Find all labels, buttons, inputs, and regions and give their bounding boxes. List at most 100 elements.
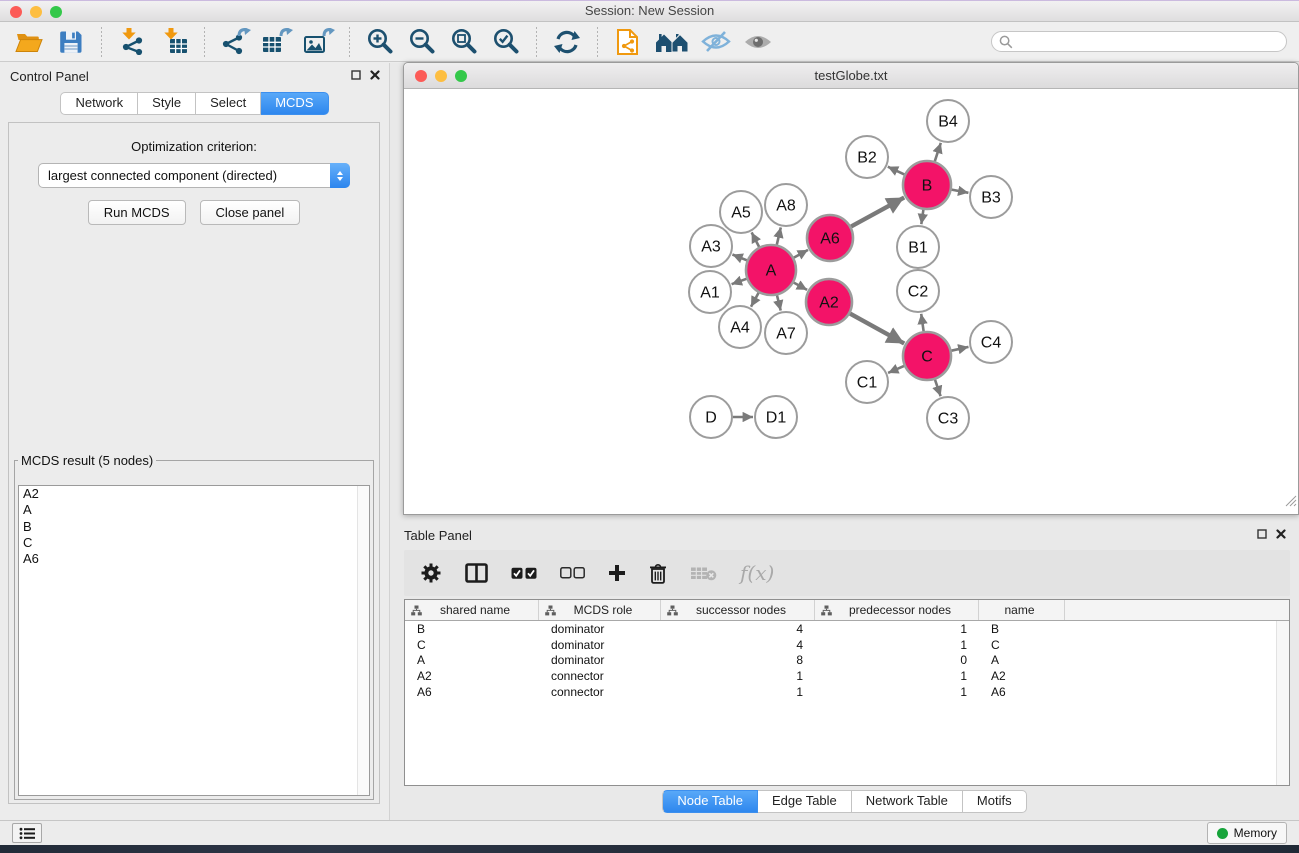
cell-shared-name[interactable]: B	[405, 622, 539, 636]
export-image-icon[interactable]	[303, 26, 335, 58]
task-history-button[interactable]	[12, 823, 42, 843]
settings-gear-icon[interactable]	[420, 562, 442, 584]
graph-node-A[interactable]: A	[746, 245, 796, 295]
result-item-A2[interactable]: A2	[19, 486, 369, 502]
graph-node-C1[interactable]: C1	[846, 361, 888, 403]
cell-shared-name[interactable]: A6	[405, 685, 539, 699]
export-network-icon[interactable]	[219, 26, 251, 58]
graph-node-B3[interactable]: B3	[970, 176, 1012, 218]
import-table-icon[interactable]	[158, 26, 190, 58]
show-details-icon[interactable]	[742, 26, 774, 58]
table-row-A6[interactable]: A6connector11A6	[405, 684, 1289, 700]
graph-node-A8[interactable]: A8	[765, 184, 807, 226]
minimize-window-button[interactable]	[30, 6, 42, 18]
cell-successor-nodes[interactable]: 1	[661, 669, 815, 683]
zoom-in-icon[interactable]	[364, 26, 396, 58]
network-file-icon[interactable]	[612, 26, 644, 58]
cell-name[interactable]: A2	[979, 669, 1065, 683]
home-icon[interactable]	[654, 26, 690, 58]
graph-node-B1[interactable]: B1	[897, 226, 939, 268]
cell-successor-nodes[interactable]: 8	[661, 653, 815, 667]
cell-shared-name[interactable]: A	[405, 653, 539, 667]
delete-row-icon[interactable]	[649, 563, 667, 584]
close-panel-button[interactable]: Close panel	[200, 200, 301, 225]
cell-name[interactable]: C	[979, 638, 1065, 652]
add-row-icon[interactable]	[608, 564, 626, 582]
close-panel-icon[interactable]	[1276, 529, 1286, 539]
graph-node-A7[interactable]: A7	[765, 312, 807, 354]
import-network-icon[interactable]	[116, 26, 148, 58]
graph-node-B2[interactable]: B2	[846, 136, 888, 178]
search-field[interactable]	[991, 31, 1287, 52]
cell-name[interactable]: A6	[979, 685, 1065, 699]
cell-predecessor-nodes[interactable]: 1	[815, 685, 979, 699]
export-table-icon[interactable]	[261, 26, 293, 58]
column-header-shared-name[interactable]: shared name	[405, 600, 539, 620]
zoom-out-icon[interactable]	[406, 26, 438, 58]
tab-motifs[interactable]: Motifs	[963, 790, 1027, 813]
tab-style[interactable]: Style	[138, 92, 196, 115]
zoom-window-button[interactable]	[455, 70, 467, 82]
graph-node-C4[interactable]: C4	[970, 321, 1012, 363]
result-item-B[interactable]: B	[19, 519, 369, 535]
close-window-button[interactable]	[10, 6, 22, 18]
graph-node-A3[interactable]: A3	[690, 225, 732, 267]
cell-predecessor-nodes[interactable]: 1	[815, 638, 979, 652]
close-window-button[interactable]	[415, 70, 427, 82]
minimize-window-button[interactable]	[435, 70, 447, 82]
cell-shared-name[interactable]: A2	[405, 669, 539, 683]
table-row-B[interactable]: Bdominator41B	[405, 621, 1289, 637]
graph-node-D1[interactable]: D1	[755, 396, 797, 438]
graph-node-B4[interactable]: B4	[927, 100, 969, 142]
result-scrollbar[interactable]	[357, 486, 369, 795]
float-panel-icon[interactable]	[351, 70, 361, 80]
run-mcds-button[interactable]: Run MCDS	[88, 200, 186, 225]
float-panel-icon[interactable]	[1257, 529, 1267, 539]
cell-successor-nodes[interactable]: 4	[661, 622, 815, 636]
table-scrollbar[interactable]	[1276, 621, 1289, 785]
result-item-A6[interactable]: A6	[19, 551, 369, 567]
refresh-layout-icon[interactable]	[551, 26, 583, 58]
optimization-select[interactable]: largest connected component (directed)	[38, 163, 350, 188]
table-row-C[interactable]: Cdominator41C	[405, 637, 1289, 653]
zoom-window-button[interactable]	[50, 6, 62, 18]
graph-node-A6[interactable]: A6	[807, 215, 853, 261]
select-all-checked-icon[interactable]	[511, 567, 537, 580]
table-row-A2[interactable]: A2connector11A2	[405, 668, 1289, 684]
graph-node-C3[interactable]: C3	[927, 397, 969, 439]
cell-shared-name[interactable]: C	[405, 638, 539, 652]
graph-node-C[interactable]: C	[903, 332, 951, 380]
graph-node-C2[interactable]: C2	[897, 270, 939, 312]
tab-mcds[interactable]: MCDS	[261, 92, 328, 115]
cell-predecessor-nodes[interactable]: 1	[815, 622, 979, 636]
deselect-all-icon[interactable]	[560, 567, 585, 579]
search-input[interactable]	[1017, 34, 1279, 49]
result-item-C[interactable]: C	[19, 535, 369, 551]
network-canvas[interactable]: AA1A3A5A8A4A7A6A2BB2B4B3B1C2CC4C1C3DD1	[404, 89, 1298, 513]
cell-name[interactable]: B	[979, 622, 1065, 636]
column-header-successor-nodes[interactable]: successor nodes	[661, 600, 815, 620]
network-window-titlebar[interactable]: testGlobe.txt	[404, 63, 1298, 89]
cell-predecessor-nodes[interactable]: 0	[815, 653, 979, 667]
graph-node-A4[interactable]: A4	[719, 306, 761, 348]
tab-network-table[interactable]: Network Table	[852, 790, 963, 813]
cell-successor-nodes[interactable]: 1	[661, 685, 815, 699]
column-header-MCDS-role[interactable]: MCDS role	[539, 600, 661, 620]
tab-select[interactable]: Select	[196, 92, 261, 115]
tab-network[interactable]: Network	[60, 92, 138, 115]
tab-node-table[interactable]: Node Table	[662, 790, 758, 813]
cell-MCDS-role[interactable]: dominator	[539, 638, 661, 652]
result-item-A[interactable]: A	[19, 502, 369, 518]
graph-node-A1[interactable]: A1	[689, 271, 731, 313]
graph-node-D[interactable]: D	[690, 396, 732, 438]
graph-node-A2[interactable]: A2	[806, 279, 852, 325]
close-panel-icon[interactable]	[370, 70, 380, 80]
cell-MCDS-role[interactable]: connector	[539, 685, 661, 699]
graph-node-B[interactable]: B	[903, 161, 951, 209]
table-row-A[interactable]: Adominator80A	[405, 653, 1289, 669]
memory-button[interactable]: Memory	[1207, 822, 1287, 844]
hide-details-icon[interactable]	[700, 26, 732, 58]
cell-MCDS-role[interactable]: dominator	[539, 622, 661, 636]
save-session-icon[interactable]	[55, 26, 87, 58]
cell-predecessor-nodes[interactable]: 1	[815, 669, 979, 683]
